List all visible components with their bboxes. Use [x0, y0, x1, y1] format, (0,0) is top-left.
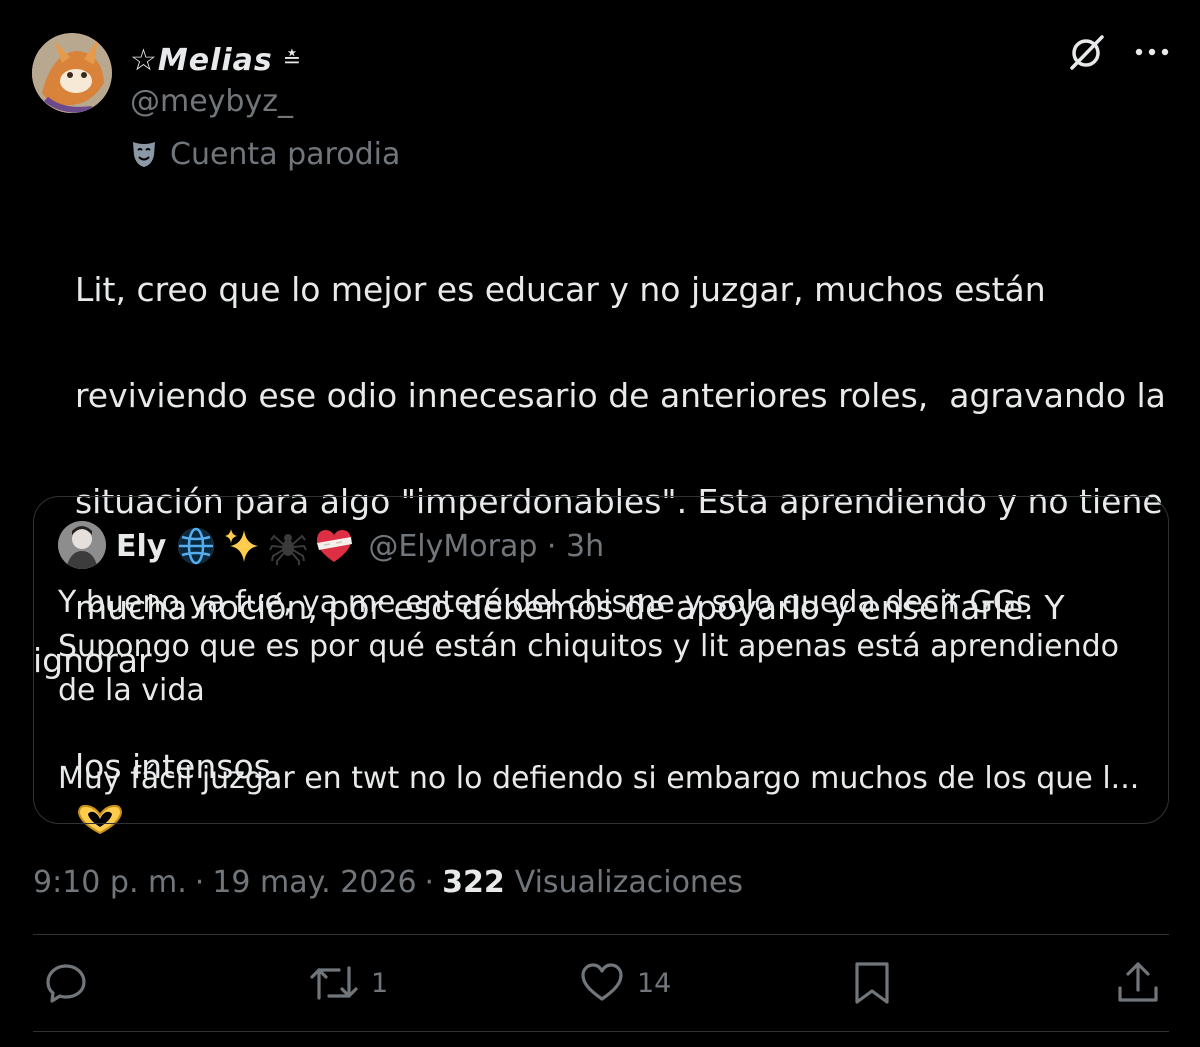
quoted-tweet-text: Y bueno ya fue, ya me enteré del chisme …: [58, 581, 1148, 801]
author-name-row: ☆Melias ≛: [130, 40, 301, 80]
parody-label-row: Cuenta parodia: [130, 134, 400, 174]
retweet-count: 1: [371, 967, 389, 999]
reply-icon: [46, 964, 86, 1003]
divider: [33, 934, 1169, 935]
quoted-text-line: Supongo que es por qué están chiquitos y…: [58, 629, 1119, 664]
spider-icon: [269, 534, 308, 565]
tweet-time[interactable]: 9:10 p. m.: [33, 865, 187, 900]
tweet-page: ☆Melias ≛ @meybyz_ Cuenta parodia Lit, c…: [0, 0, 1200, 1047]
globe-icon: [178, 527, 215, 565]
meta-separator: ·: [194, 864, 205, 900]
tweet-text-line: reviviendo ese odio innecesario de anter…: [74, 376, 1166, 415]
author-avatar[interactable]: [32, 33, 112, 113]
bookmark-icon: [855, 962, 889, 1004]
quoted-text-line: de la vida: [58, 673, 205, 708]
like-count: 14: [637, 967, 672, 999]
quoted-author-name[interactable]: Ely: [116, 529, 166, 564]
bookmark-button[interactable]: [849, 960, 895, 1006]
quoted-handle-time[interactable]: @ElyMorap · 3h: [368, 529, 604, 564]
quoted-text-line: Muy fácil juzgar en twt no lo defiendo s…: [58, 761, 1140, 796]
quoted-tweet[interactable]: Ely @ElyMorap · 3h Y bueno ya fue, ya me…: [33, 496, 1169, 824]
quoted-tweet-header: Ely @ElyMorap · 3h: [116, 523, 604, 569]
share-button[interactable]: [1115, 960, 1161, 1006]
quoted-text-line: Y bueno ya fue, ya me enteré del chisme …: [58, 585, 1032, 620]
retweet-button[interactable]: 1: [309, 960, 388, 1006]
heart-bandage-icon: [317, 530, 353, 562]
divider: [33, 1031, 1169, 1032]
reply-button[interactable]: [43, 960, 101, 1006]
retweet-icon: [310, 966, 358, 1000]
tweet-text-line: Lit, creo que lo mejor es educar y no ju…: [74, 270, 1046, 309]
avatar-image: [32, 33, 112, 113]
author-display-name[interactable]: ☆Melias: [130, 43, 273, 78]
name-badge-icon: ≛: [282, 47, 302, 73]
like-button[interactable]: 14: [579, 960, 671, 1006]
views-count[interactable]: 322: [442, 865, 505, 900]
theater-mask-icon: [133, 142, 155, 167]
tweet-meta: 9:10 p. m. · 19 may. 2026 · 322 Visualiz…: [33, 860, 743, 904]
quoted-text-gap: [58, 713, 1148, 757]
action-bar: 1 14: [33, 950, 1169, 1020]
sparkles-icon: [225, 529, 259, 562]
heart-icon: [581, 963, 623, 1001]
views-label[interactable]: Visualizaciones: [515, 865, 743, 900]
more-options-icon[interactable]: [1134, 46, 1170, 58]
share-icon: [1118, 962, 1158, 1002]
grok-icon[interactable]: [1066, 32, 1106, 72]
top-actions: [1066, 32, 1170, 72]
author-handle[interactable]: @meybyz_: [130, 84, 293, 119]
meta-separator: ·: [424, 864, 435, 900]
parody-label: Cuenta parodia: [170, 136, 401, 172]
quoted-author-avatar[interactable]: [58, 521, 106, 569]
tweet-date[interactable]: 19 may. 2026: [212, 865, 416, 900]
quoted-avatar-image: [58, 521, 106, 569]
